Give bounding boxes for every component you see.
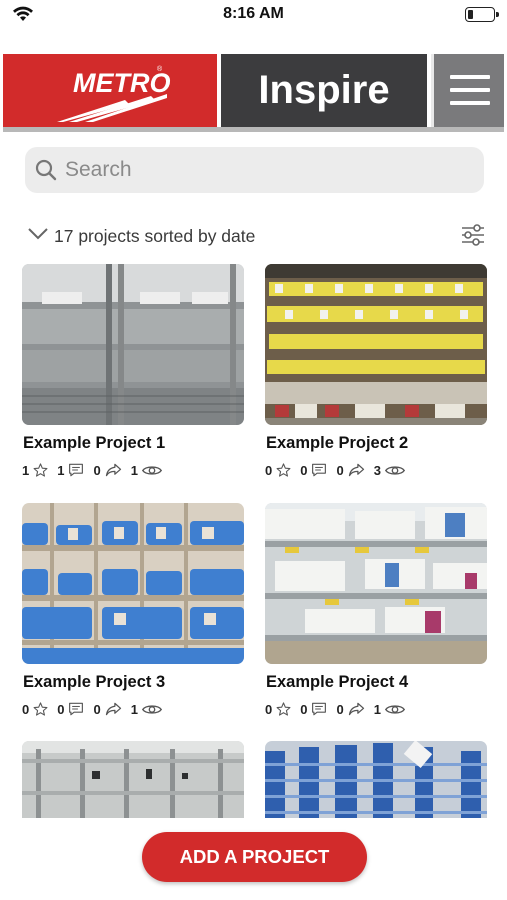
project-stats: 0 0 0 3 <box>265 461 414 479</box>
app-title: Inspire <box>258 68 390 112</box>
project-stats: 0 0 0 1 <box>265 700 414 718</box>
star-count: 1 <box>22 462 30 478</box>
search-bar[interactable] <box>25 147 484 193</box>
share-icon[interactable] <box>348 702 365 716</box>
status-time: 8:16 AM <box>223 5 284 22</box>
add-project-button[interactable]: ADD A PROJECT <box>142 832 367 882</box>
sort-label[interactable]: 17 projects sorted by date <box>54 226 255 247</box>
comment-icon[interactable] <box>311 463 327 477</box>
sort-row: 17 projects sorted by date <box>25 222 485 250</box>
project-title[interactable]: Example Project 2 <box>266 434 408 453</box>
comment-count: 0 <box>300 701 308 717</box>
eye-icon[interactable] <box>384 464 405 477</box>
star-icon[interactable] <box>276 463 291 477</box>
comment-count: 0 <box>57 701 65 717</box>
share-icon[interactable] <box>348 463 365 477</box>
comment-count: 1 <box>57 462 65 478</box>
share-count: 0 <box>336 701 344 717</box>
battery-level <box>468 10 473 19</box>
filter-sliders-icon[interactable] <box>461 223 485 247</box>
project-stats: 1 1 0 1 <box>22 461 171 479</box>
search-icon <box>35 159 57 181</box>
star-icon[interactable] <box>276 702 291 716</box>
view-count: 1 <box>130 462 138 478</box>
star-count: 0 <box>22 701 30 717</box>
header-divider <box>3 127 504 132</box>
star-count: 0 <box>265 701 273 717</box>
project-thumbnail[interactable] <box>265 264 487 425</box>
project-thumbnail[interactable] <box>265 503 487 664</box>
star-icon[interactable] <box>33 702 48 716</box>
app-title-banner: Inspire <box>221 54 427 127</box>
project-thumbnail[interactable] <box>22 503 244 664</box>
comment-count: 0 <box>300 462 308 478</box>
project-stats: 0 0 0 1 <box>22 700 171 718</box>
project-title[interactable]: Example Project 1 <box>23 434 165 453</box>
view-count: 1 <box>373 701 381 717</box>
comment-icon[interactable] <box>311 702 327 716</box>
share-count: 0 <box>336 462 344 478</box>
view-count: 3 <box>373 462 381 478</box>
project-title[interactable]: Example Project 3 <box>23 673 165 692</box>
eye-icon[interactable] <box>141 703 162 716</box>
view-count: 1 <box>130 701 138 717</box>
brand-logo[interactable]: METRO ® <box>3 54 217 127</box>
star-icon[interactable] <box>33 463 48 477</box>
battery-icon <box>465 7 499 22</box>
status-bar: 8:16 AM <box>0 0 507 30</box>
comment-icon[interactable] <box>68 463 84 477</box>
hamburger-menu-icon[interactable] <box>431 54 504 127</box>
share-icon[interactable] <box>105 463 122 477</box>
project-thumbnail[interactable] <box>22 264 244 425</box>
eye-icon[interactable] <box>141 464 162 477</box>
share-count: 0 <box>93 701 101 717</box>
chevron-down-icon[interactable] <box>27 227 49 241</box>
share-count: 0 <box>93 462 101 478</box>
search-input[interactable] <box>65 147 465 193</box>
eye-icon[interactable] <box>384 703 405 716</box>
comment-icon[interactable] <box>68 702 84 716</box>
share-icon[interactable] <box>105 702 122 716</box>
brand-swoosh-icon <box>57 94 167 122</box>
star-count: 0 <box>265 462 273 478</box>
project-title[interactable]: Example Project 4 <box>266 673 408 692</box>
